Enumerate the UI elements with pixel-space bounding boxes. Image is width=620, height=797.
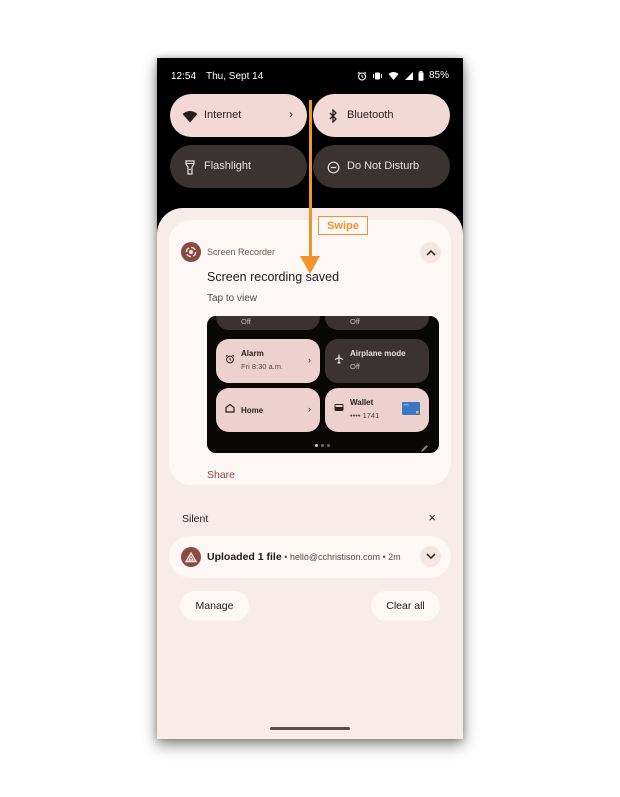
preview-tile-partial: Off — [216, 316, 320, 330]
page-indicator — [315, 444, 330, 447]
chevron-right-icon: › — [308, 404, 311, 414]
preview-tile-partial: Off — [325, 316, 429, 330]
close-icon[interactable]: × — [428, 510, 436, 525]
status-icons: 85% — [357, 70, 449, 81]
bluetooth-icon — [325, 108, 341, 124]
tile-do-not-disturb[interactable]: Do Not Disturb — [313, 145, 450, 188]
chevron-right-icon: › — [289, 107, 293, 121]
notification-subtitle: Tap to view — [207, 293, 258, 304]
wallet-icon — [334, 403, 344, 414]
preview-tile-airplane-mode: Airplane mode Off — [325, 339, 429, 383]
tile-label: Bluetooth — [347, 109, 394, 121]
status-date: Thu, Sept 14 — [206, 71, 264, 82]
tile-internet[interactable]: Internet › — [170, 94, 307, 137]
tile-label: Internet — [204, 109, 242, 121]
silent-section-header: Silent — [182, 513, 209, 525]
alarm-icon — [225, 354, 235, 366]
airplane-icon — [334, 354, 344, 366]
preview-tile-alarm: Alarm Fri 8:30 a.m. › — [216, 339, 320, 383]
tile-label: Flashlight — [204, 160, 252, 172]
recording-preview-thumbnail[interactable]: Off Off Alarm Fri 8:30 a.m. › Airplane m… — [207, 316, 439, 453]
expand-button[interactable] — [420, 546, 441, 567]
swipe-arrow-line — [309, 100, 312, 258]
clear-all-button[interactable]: Clear all — [371, 591, 440, 621]
tile-bluetooth[interactable]: Bluetooth — [313, 94, 450, 137]
swipe-annotation-label: Swipe — [318, 216, 368, 235]
home-gesture-bar[interactable] — [270, 727, 350, 730]
upload-notification-title: Uploaded 1 file — [207, 551, 282, 563]
preview-tile-wallet: Wallet •••• 1741 — [325, 388, 429, 432]
status-time: 12:54 — [171, 71, 197, 82]
vibrate-icon — [372, 71, 383, 81]
battery-icon — [418, 70, 424, 81]
preview-tile-home: Home › — [216, 388, 320, 432]
wifi-icon — [388, 71, 399, 81]
app-name: Screen Recorder — [207, 247, 276, 257]
home-icon — [225, 403, 235, 415]
chevron-up-icon — [425, 249, 436, 256]
do-not-disturb-icon — [325, 159, 341, 175]
tile-flashlight[interactable]: Flashlight — [170, 145, 307, 188]
edit-pencil-icon — [420, 440, 429, 453]
upload-notification-meta: • hello@cchristison.com • 2m — [281, 552, 401, 562]
share-button[interactable]: Share — [207, 469, 235, 481]
swipe-arrow-head — [300, 256, 320, 274]
manage-button[interactable]: Manage — [180, 591, 249, 621]
alarm-icon — [357, 71, 367, 81]
credit-card-icon — [402, 402, 420, 417]
screen-recorder-app-icon — [181, 242, 201, 262]
flashlight-icon — [182, 159, 198, 175]
upload-notification-text: Uploaded 1 file • hello@cchristison.com … — [207, 551, 401, 563]
wifi-icon — [182, 108, 198, 124]
status-bar: 12:54 Thu, Sept 14 85% — [157, 58, 463, 94]
collapse-button[interactable] — [420, 242, 441, 263]
drive-app-icon — [181, 547, 201, 567]
chevron-down-icon — [425, 553, 436, 560]
chevron-right-icon: › — [308, 355, 311, 365]
notification-shade: Screen Recorder Screen recording saved T… — [157, 208, 463, 739]
cellular-icon — [404, 71, 413, 81]
battery-percent: 85% — [428, 70, 449, 81]
upload-notification[interactable]: Uploaded 1 file • hello@cchristison.com … — [169, 536, 451, 578]
tile-label: Do Not Disturb — [347, 160, 420, 172]
